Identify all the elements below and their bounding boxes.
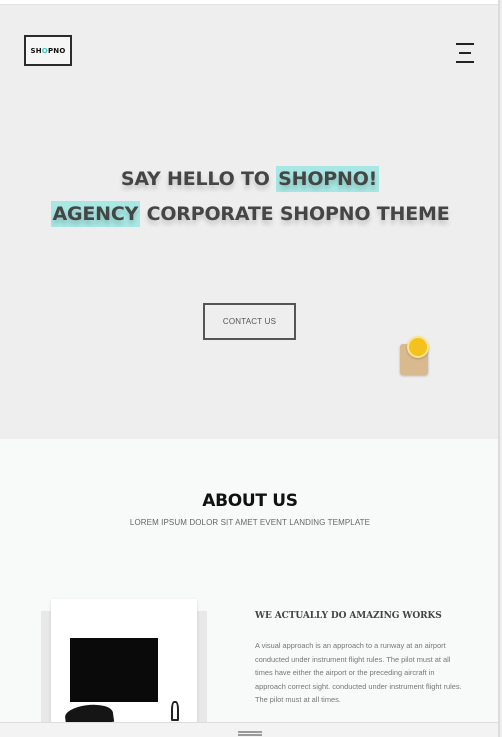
about-image-card <box>51 599 197 729</box>
bulb-circle <box>407 336 429 358</box>
hero-headline-line2: AGENCY CORPORATE SHOPNO THEME <box>0 201 498 227</box>
page-frame: SH O PNO SAY HELLO TO SHOPNO! AGENCY CORPO… <box>0 0 500 737</box>
mouse-image <box>171 701 179 721</box>
logo-text-start: SH <box>30 46 42 55</box>
about-title: ABOUT US <box>202 491 298 511</box>
lightbulb-badge-icon[interactable] <box>399 336 431 378</box>
drag-handle-icon[interactable] <box>238 731 262 736</box>
headline-text: SAY HELLO TO <box>120 168 277 190</box>
works-title: WE ACTUALLY DO AMAZING WORKS <box>255 611 442 621</box>
contact-us-button[interactable]: CONTACT US <box>203 303 296 340</box>
works-description: A visual approach is an approach to a ru… <box>255 641 462 705</box>
monitor-image <box>70 638 158 702</box>
hamburger-menu-icon[interactable] <box>456 43 474 63</box>
menu-line <box>459 52 471 54</box>
logo-text-end: PNO <box>47 46 66 55</box>
brand-logo[interactable]: SH O PNO <box>24 35 72 66</box>
headline-highlight: AGENCY <box>50 201 141 227</box>
headline-highlight: SHOPNO! <box>276 166 380 192</box>
hero-headline-line1: SAY HELLO TO SHOPNO! <box>0 166 498 192</box>
headline-text: CORPORATE SHOPNO THEME <box>140 203 450 225</box>
about-subtitle: LOREM IPSUM DOLOR SIT AMET EVENT LANDING… <box>129 518 371 527</box>
menu-line <box>456 43 474 45</box>
menu-line <box>456 61 474 63</box>
